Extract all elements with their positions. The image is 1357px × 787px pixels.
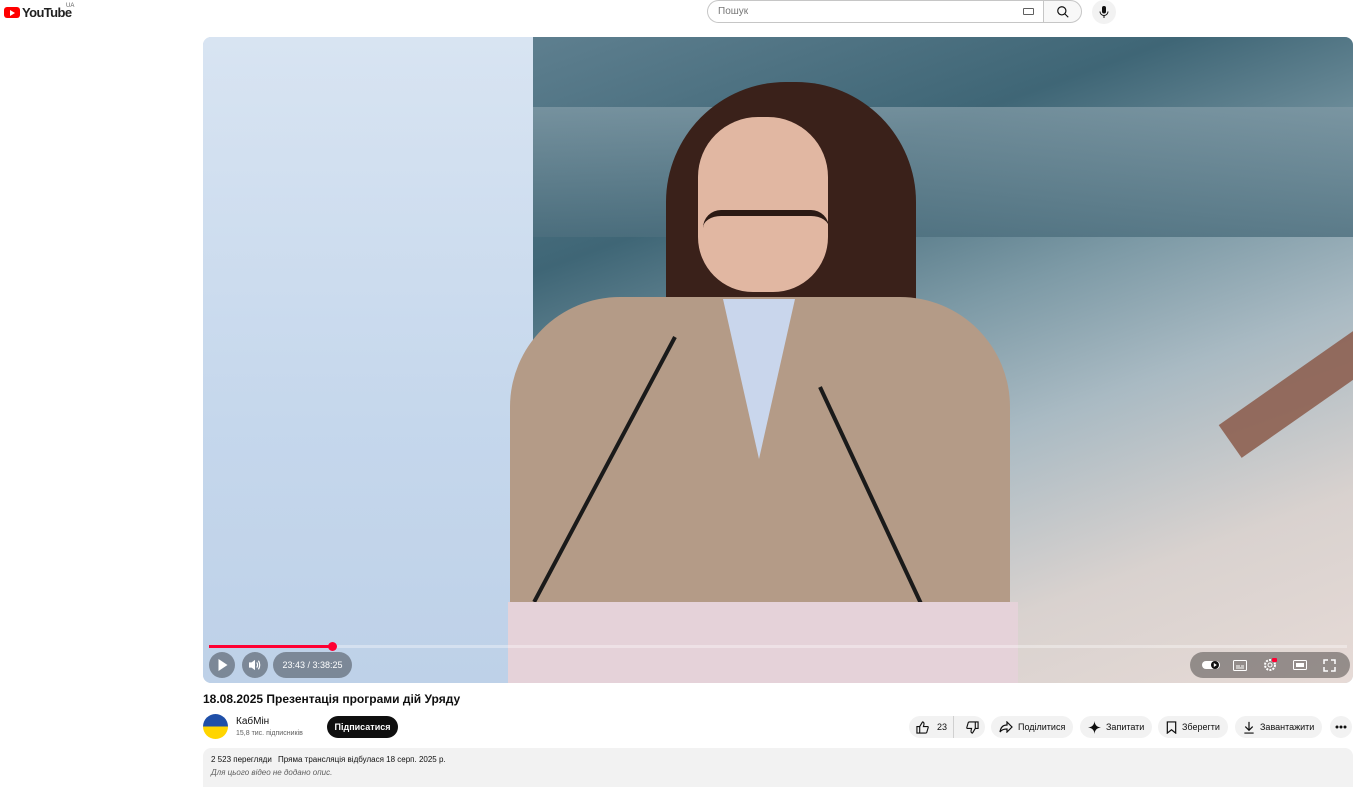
description-meta: 2 523 перегляди Пряма трансляція відбула…	[211, 755, 1345, 764]
volume-icon	[249, 659, 261, 671]
podium	[508, 602, 1018, 683]
channel-name[interactable]: КабМін	[236, 716, 269, 727]
player-right-controls	[1190, 652, 1350, 678]
play-icon	[218, 659, 227, 671]
share-icon	[999, 721, 1013, 733]
youtube-logo[interactable]: YouTube	[4, 4, 72, 20]
bookmark-icon	[1166, 720, 1177, 734]
progress-bar[interactable]	[209, 642, 1347, 651]
video-frame-backdrop	[203, 37, 533, 683]
more-actions-button[interactable]	[1330, 716, 1352, 738]
fullscreen-button[interactable]	[1320, 656, 1338, 674]
video-title: 18.08.2025 Презентація програми дій Уряд…	[203, 692, 461, 706]
progress-played	[209, 645, 333, 648]
top-bar: YouTube UA	[0, 0, 1357, 26]
settings-button[interactable]	[1261, 656, 1279, 674]
search-input[interactable]	[707, 0, 1043, 23]
autoplay-toggle[interactable]	[1201, 656, 1220, 674]
like-button[interactable]: 23	[909, 716, 955, 738]
youtube-play-icon	[4, 6, 20, 18]
region-code: UA	[66, 3, 75, 9]
microphone-icon	[1099, 6, 1109, 18]
save-label: Зберегти	[1182, 722, 1220, 732]
view-count: 2 523 перегляди	[211, 755, 272, 764]
more-horizontal-icon	[1335, 725, 1347, 729]
description-box[interactable]: 2 523 перегляди Пряма трансляція відбула…	[203, 748, 1353, 787]
video-player[interactable]: 23:43 / 3:38:25	[203, 37, 1353, 683]
channel-avatar[interactable]	[203, 714, 228, 739]
theater-icon	[1292, 660, 1307, 670]
voice-search-button[interactable]	[1092, 0, 1116, 24]
video-frame-roof	[533, 107, 1353, 237]
autoplay-icon	[1201, 661, 1220, 669]
thumbs-down-icon	[965, 720, 979, 734]
keyboard-icon[interactable]	[1023, 8, 1034, 15]
share-label: Поділитися	[1018, 722, 1066, 732]
like-dislike-group: 23	[909, 716, 985, 738]
stream-date: Пряма трансляція відбулася 18 серп. 2025…	[278, 755, 446, 764]
like-count: 23	[937, 722, 948, 732]
subtitles-button[interactable]	[1231, 656, 1249, 674]
description-text: Для цього відео не додано опис.	[211, 768, 333, 777]
gear-icon	[1263, 658, 1277, 671]
speaker-glasses	[703, 210, 829, 246]
download-label: Завантажити	[1260, 722, 1315, 732]
thumbs-up-icon	[916, 720, 929, 734]
search-button[interactable]	[1043, 0, 1082, 23]
time-display: 23:43 / 3:38:25	[273, 652, 352, 678]
save-button[interactable]: Зберегти	[1158, 716, 1228, 738]
ask-label: Запитати	[1106, 722, 1145, 732]
search-icon	[1056, 5, 1069, 18]
theater-mode-button[interactable]	[1291, 656, 1309, 674]
subscriber-count: 15,8 тис. підписників	[236, 730, 303, 737]
subscribe-button[interactable]: Підписатися	[327, 716, 398, 738]
ask-button[interactable]: Запитати	[1080, 716, 1153, 738]
download-icon	[1244, 721, 1254, 734]
play-button[interactable]	[209, 652, 235, 678]
download-button[interactable]: Завантажити	[1235, 716, 1323, 738]
speaker-face	[698, 117, 828, 292]
sparkle-icon	[1088, 720, 1101, 734]
share-button[interactable]: Поділитися	[991, 716, 1074, 738]
subtitles-icon	[1233, 659, 1248, 671]
logo-text: YouTube	[22, 4, 72, 20]
fullscreen-icon	[1322, 658, 1336, 672]
dislike-button[interactable]	[959, 716, 985, 738]
search-bar	[707, 0, 1082, 23]
volume-button[interactable]	[242, 652, 268, 678]
